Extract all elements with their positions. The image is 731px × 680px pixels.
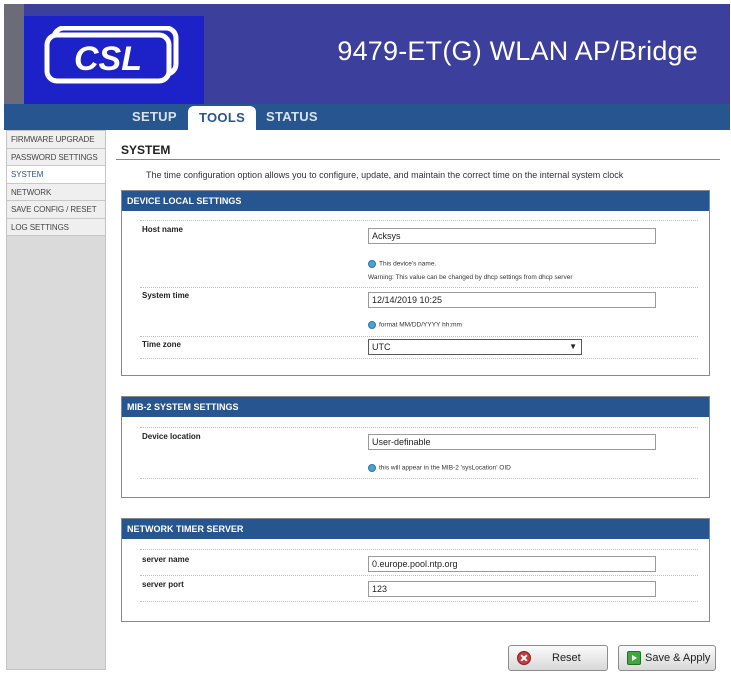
panel-heading: DEVICE LOCAL SETTINGS: [122, 191, 709, 211]
system-time-label: System time: [142, 291, 190, 300]
title-divider: [116, 159, 720, 160]
panel-heading: MIB-2 SYSTEM SETTINGS: [122, 397, 709, 417]
device-local-settings-panel: DEVICE LOCAL SETTINGS Host name This dev…: [121, 190, 710, 376]
sidebar-item-system[interactable]: SYSTEM: [7, 166, 105, 184]
host-name-label: Host name: [142, 225, 183, 234]
host-name-hint: This device's name.: [368, 260, 436, 268]
row-divider: [140, 220, 698, 221]
product-title: 9479-ET(G) WLAN AP/Bridge: [337, 36, 698, 66]
row-divider: [140, 427, 698, 428]
reset-button[interactable]: Reset: [508, 645, 608, 671]
server-name-label: server name: [142, 555, 190, 564]
row-divider: [140, 358, 698, 359]
tab-setup[interactable]: SETUP: [132, 109, 177, 124]
sidebar-item-password-settings[interactable]: PASSWORD SETTINGS: [7, 148, 105, 166]
time-zone-value: UTC: [372, 342, 391, 352]
row-divider: [140, 478, 698, 479]
device-location-hint: this will appear in the MIB-2 'sysLocati…: [368, 464, 511, 472]
info-icon: [368, 321, 376, 329]
host-name-warning: Warning: This value can be changed by dh…: [368, 274, 573, 281]
page-description: The time configuration option allows you…: [146, 170, 624, 180]
server-port-input[interactable]: [368, 581, 656, 597]
info-icon: [368, 464, 376, 472]
info-icon: [368, 260, 376, 268]
logo-text: CSL: [74, 40, 142, 78]
device-location-label: Device location: [142, 432, 201, 441]
top-nav: SETUP TOOLS STATUS: [4, 104, 730, 130]
row-divider: [140, 601, 698, 602]
time-zone-select[interactable]: UTC ▼: [368, 339, 582, 355]
device-location-input[interactable]: [368, 434, 656, 450]
apply-icon: [627, 651, 641, 665]
row-divider: [140, 287, 698, 288]
mib2-system-settings-panel: MIB-2 SYSTEM SETTINGS Device location th…: [121, 396, 710, 498]
host-name-hint-text: This device's name.: [379, 260, 437, 268]
system-time-hint: format MM/DD/YYYY hh:mm: [368, 321, 462, 329]
header-edge: [4, 4, 24, 104]
panel-heading: NETWORK TIMER SERVER: [122, 519, 709, 539]
server-port-label: server port: [142, 580, 184, 589]
row-divider: [140, 575, 698, 576]
sidebar-item-firmware-upgrade[interactable]: FIRMWARE UPGRADE: [7, 131, 105, 149]
save-apply-button[interactable]: Save & Apply: [618, 645, 716, 671]
sidebar-item-log-settings[interactable]: LOG SETTINGS: [7, 218, 105, 236]
reset-icon: [517, 651, 531, 665]
network-timer-server-panel: NETWORK TIMER SERVER server name server …: [121, 518, 710, 622]
header-banner: CSL 9479-ET(G) WLAN AP/Bridge: [4, 4, 730, 104]
page-title: SYSTEM: [121, 143, 171, 157]
csl-logo: CSL: [44, 26, 179, 84]
dropdown-arrow-icon: ▼: [569, 342, 577, 351]
sidebar: FIRMWARE UPGRADE PASSWORD SETTINGS SYSTE…: [6, 130, 106, 670]
host-name-input[interactable]: [368, 228, 656, 244]
time-zone-label: Time zone: [142, 340, 181, 349]
tab-status[interactable]: STATUS: [266, 109, 318, 124]
sidebar-item-save-config-reset[interactable]: SAVE CONFIG / RESET: [7, 201, 105, 219]
system-time-input[interactable]: [368, 292, 656, 308]
device-location-hint-text: this will appear in the MIB-2 'sysLocati…: [379, 464, 511, 472]
sidebar-item-network[interactable]: NETWORK: [7, 183, 105, 201]
row-divider: [140, 549, 698, 550]
reset-button-label: Reset: [552, 652, 581, 664]
server-name-input[interactable]: [368, 556, 656, 572]
save-apply-button-label: Save & Apply: [645, 652, 711, 664]
tab-tools[interactable]: TOOLS: [188, 106, 257, 130]
system-time-hint-text: format MM/DD/YYYY hh:mm: [379, 321, 462, 329]
row-divider: [140, 336, 698, 337]
